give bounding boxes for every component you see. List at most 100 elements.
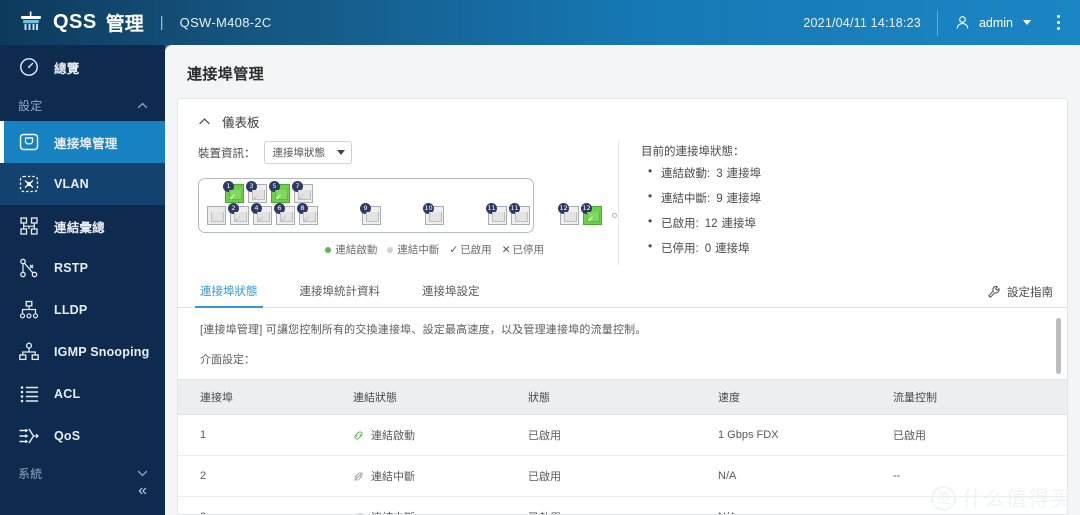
sidebar-item-acl[interactable]: ACL <box>0 373 165 415</box>
username-label: admin <box>978 15 1013 30</box>
dashboard-header[interactable]: 儀表板 <box>178 99 1067 131</box>
table-head: 連接埠 連結狀態 狀態 速度 流量控制 <box>178 379 1067 415</box>
rstp-icon <box>20 258 38 278</box>
cell-link-status: 連結中斷 <box>353 455 528 497</box>
cell-port: 1 <box>178 414 353 456</box>
chevron-up-icon <box>137 102 148 108</box>
enabled-check-icon: ✓ <box>298 192 306 202</box>
table-header-row: 連接埠 連結狀態 狀態 速度 流量控制 <box>178 379 1067 415</box>
port-row-bottom: 2 ✓ 4 ✓ 6 ✓ 8 ✓ 9 10 11 11 12 12 ✓ <box>207 203 617 225</box>
port-indicator-8[interactable]: 8 ✓ <box>297 203 318 225</box>
port-jack-icon <box>366 212 379 222</box>
cell-port: 2 <box>178 455 353 497</box>
main-content: 連接埠管理 儀表板 裝置資訊： 連接埠狀態 1 ✓ 3 ✓ 5 ✓ 7 ✓ 2 … <box>165 45 1080 515</box>
sidebar-collapse-button[interactable]: « <box>134 479 151 503</box>
enabled-check-icon: ✓ <box>275 192 283 202</box>
port-indicator-10[interactable]: 10 <box>423 203 444 225</box>
port-indicator-11[interactable]: 11 <box>486 203 507 225</box>
page-title: 連接埠管理 <box>187 66 265 83</box>
table-row[interactable]: 3 連結中斷 <box>178 496 1067 514</box>
setup-guide-button[interactable]: 設定指南 <box>987 284 1053 307</box>
dashboard-title: 儀表板 <box>222 116 260 130</box>
port-jack-icon <box>492 212 505 222</box>
port-indicator-5[interactable]: 5 ✓ <box>269 181 290 203</box>
enabled-check-icon: ✓ <box>280 214 288 224</box>
app-root: QSS 管理 | QSW-M408-2C 2021/04/11 14:18:23… <box>0 0 1080 515</box>
vlan-icon <box>19 175 39 193</box>
sidebar-group-settings[interactable]: 設定 <box>0 89 165 121</box>
sidebar-item-igmp-snooping[interactable]: IGMP Snooping <box>0 331 165 373</box>
brand[interactable]: QSS 管理 | QSW-M408-2C <box>0 9 272 36</box>
sidebar-item-link-aggregation[interactable]: 連結彙總 <box>0 205 165 247</box>
sidebar-group-label: 系統 <box>18 466 43 481</box>
device-info-select[interactable]: 連接埠狀態 <box>263 141 352 164</box>
table-row[interactable]: 2 連結中斷 已啟用 N/A -- <box>178 455 1067 497</box>
port-indicator-9[interactable]: 9 <box>360 203 381 225</box>
igmp-icon <box>19 342 39 361</box>
tab-port-statistics[interactable]: 連接埠統計資料 <box>298 283 383 307</box>
chevron-down-icon <box>336 150 345 155</box>
tab-port-settings[interactable]: 連接埠設定 <box>420 283 482 307</box>
dashboard-body: 裝置資訊： 連接埠狀態 1 ✓ 3 ✓ 5 ✓ 7 ✓ 2 ✓ 4 ✓ 6 ✓ … <box>178 131 1067 269</box>
sidebar: 總覽 設定 連接埠管理 VLAN 連結彙總 RSTP LLDP IGMP Sno… <box>0 45 165 515</box>
tab-port-status[interactable]: 連接埠狀態 <box>195 283 262 308</box>
port-indicator-7[interactable]: 7 ✓ <box>292 181 313 203</box>
description-text: [連接埠管理] 可讓您控制所有的交換連接埠、設定最高速度，以及管理連接埠的流量控… <box>200 324 647 336</box>
cell-flow-control: 已啟用 <box>893 414 1067 456</box>
enabled-check-icon: ✓ <box>252 192 260 202</box>
gauge-icon <box>20 58 38 76</box>
chevron-up-icon[interactable] <box>198 115 211 128</box>
vertical-scrollbar-thumb[interactable] <box>1056 318 1061 374</box>
column-header-link-status: 連結狀態 <box>353 379 528 415</box>
sidebar-item-label: IGMP Snooping <box>54 345 150 359</box>
status-led-icon <box>612 213 617 218</box>
interface-settings-label: 介面設定： <box>200 354 255 366</box>
enabled-check-icon: ✓ <box>303 214 311 224</box>
setup-guide-label: 設定指南 <box>1007 287 1053 299</box>
enabled-check-icon: ✓ <box>234 214 242 224</box>
cell-status: 已啟用 <box>528 496 718 514</box>
check-icon: ✓ <box>449 244 459 256</box>
sidebar-item-lldp[interactable]: LLDP <box>0 289 165 331</box>
port-indicator-3[interactable]: 3 ✓ <box>246 181 267 203</box>
sidebar-item-qos[interactable]: QoS <box>0 415 165 457</box>
sidebar-item-rstp[interactable]: RSTP <box>0 247 165 289</box>
port-jack-icon <box>211 212 224 222</box>
cell-status: 已啟用 <box>528 455 718 497</box>
column-header-speed: 速度 <box>718 379 893 415</box>
port-indicator-console[interactable] <box>207 206 226 225</box>
link-aggregation-icon <box>20 217 38 235</box>
cell-flow-control: -- <box>893 455 1067 497</box>
table-row[interactable]: 1 連結啟動 已啟用 1 Gbps FDX 已啟用 <box>178 414 1067 456</box>
user-menu[interactable]: admin <box>954 14 1031 31</box>
legend-item-link-down: 連結中斷 <box>387 242 439 257</box>
device-info-row: 裝置資訊： 連接埠狀態 <box>198 141 618 164</box>
column-header-flow-control: 流量控制 <box>893 379 1067 415</box>
port-indicator-6[interactable]: 6 ✓ <box>274 203 295 225</box>
port-indicator-1[interactable]: 1 ✓ <box>223 181 244 203</box>
port-indicator-11b[interactable]: 11 <box>509 203 530 225</box>
enabled-check-icon: ✓ <box>229 192 237 202</box>
more-options-button[interactable] <box>1051 11 1066 34</box>
switch-port-diagram: 1 ✓ 3 ✓ 5 ✓ 7 ✓ 2 ✓ 4 ✓ 6 ✓ 8 ✓ 9 10 11 … <box>198 178 617 233</box>
dot-green-icon <box>325 247 332 254</box>
wrench-icon <box>988 285 1000 298</box>
sidebar-group-label: 設定 <box>18 98 43 113</box>
port-indicator-12b[interactable]: 12 ✓ <box>581 203 602 225</box>
brand-separator: | <box>159 14 164 31</box>
sidebar-item-port-management[interactable]: 連接埠管理 <box>0 121 165 163</box>
link-up-icon <box>354 430 363 440</box>
port-legend: 連結啟動 連結中斷 ✓ 已啟用 ✕ 已停用 <box>198 242 544 257</box>
cell-link-status: 連結啟動 <box>353 414 528 456</box>
status-item-enabled: 已啟用:12連接埠 <box>641 214 1067 231</box>
acl-icon <box>20 386 39 403</box>
status-summary-list: 連結啟動:3連接埠 連結中斷:9連接埠 已啟用:12連接埠 已停用:0連接埠 <box>641 164 1067 256</box>
port-indicator-2[interactable]: 2 ✓ <box>228 203 249 225</box>
sidebar-item-label: LLDP <box>54 303 88 317</box>
sidebar-item-overview[interactable]: 總覽 <box>0 45 165 89</box>
dot-gray-icon <box>387 247 394 254</box>
sidebar-item-vlan[interactable]: VLAN <box>0 163 165 205</box>
port-indicator-4[interactable]: 4 ✓ <box>251 203 272 225</box>
port-status-summary: 目前的連接埠狀態： 連結啟動:3連接埠 連結中斷:9連接埠 已啟用:12連接埠 … <box>618 141 1067 265</box>
port-indicator-12[interactable]: 12 <box>558 203 579 225</box>
